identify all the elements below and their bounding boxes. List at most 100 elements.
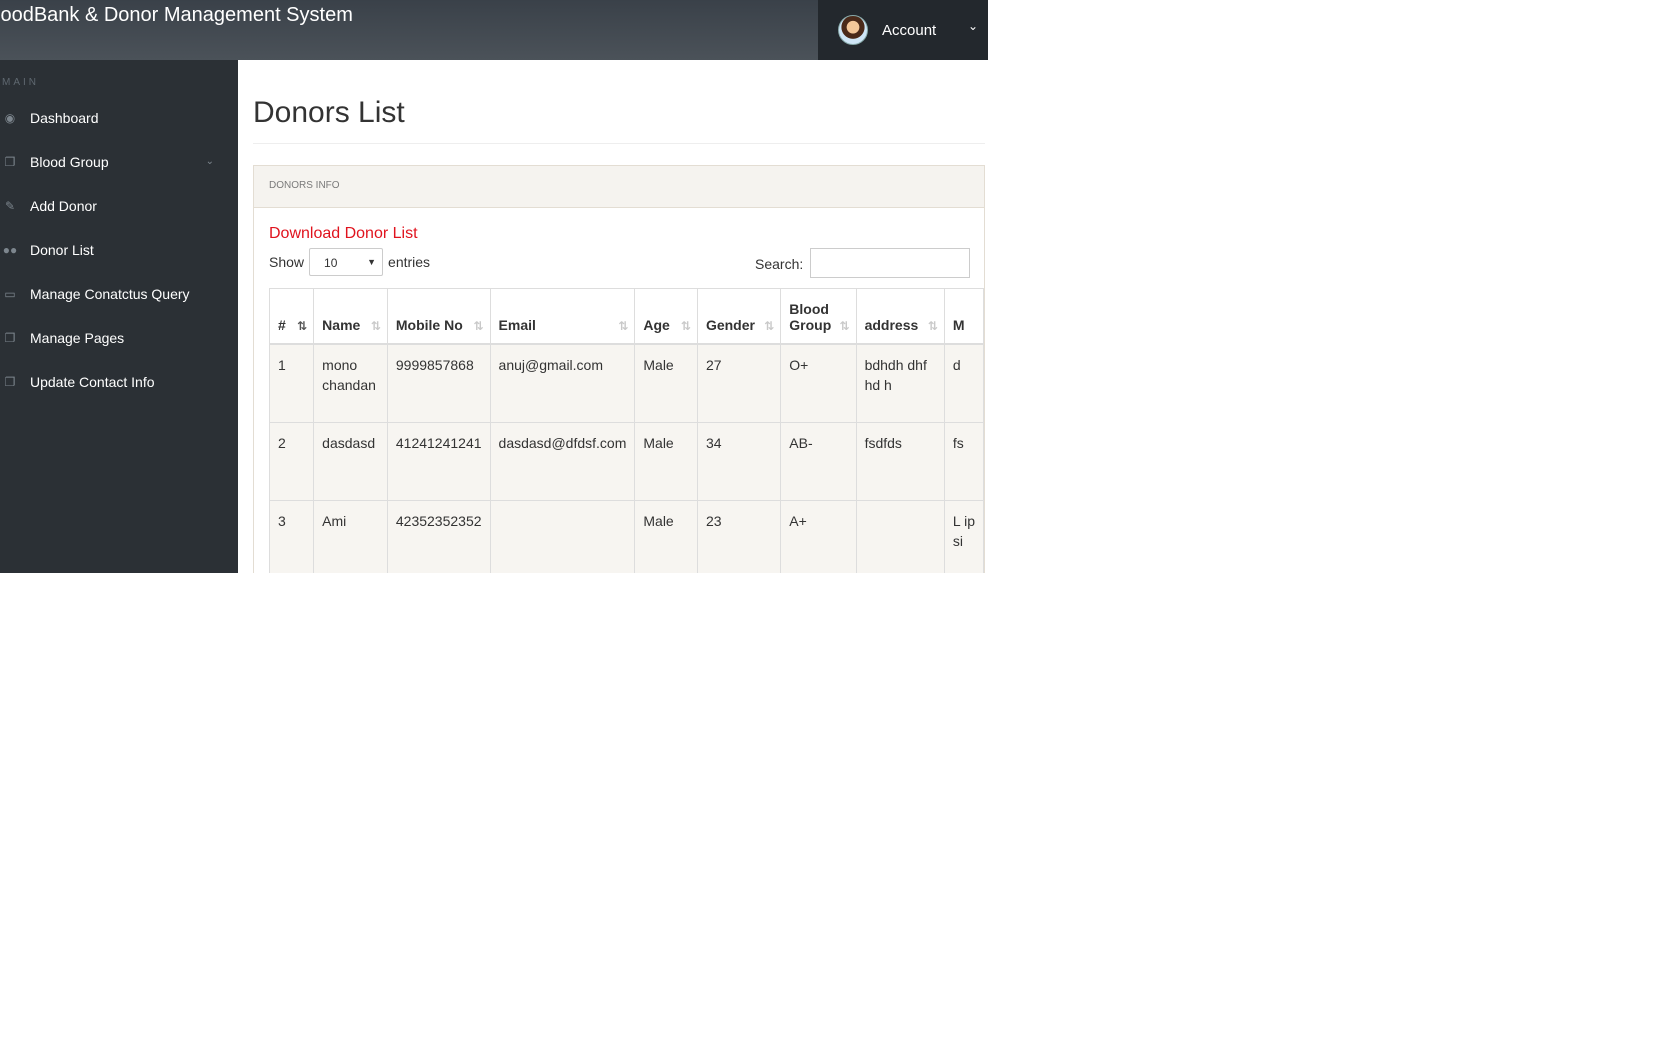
table-cell: 9999857868 <box>386 343 491 423</box>
table-cell: Male <box>634 499 698 573</box>
avatar <box>838 15 868 45</box>
table-cell: A+ <box>780 499 857 573</box>
app-window: loodBank & Donor Management System Accou… <box>0 0 988 573</box>
sidebar-item-update-contact-info[interactable]: ❐ Update Contact Info <box>0 362 238 402</box>
column-header-label: address <box>864 316 919 333</box>
column-header-address[interactable]: address ⇅ <box>855 288 945 345</box>
chevron-down-icon: ⌄ <box>205 156 214 167</box>
sort-icon: ⇅ <box>764 318 775 333</box>
table-cell: dasdasd <box>313 421 388 501</box>
page-title: Donors List <box>253 96 405 129</box>
table-cell: Male <box>634 343 698 423</box>
table-cell: 42352352352 <box>386 499 491 573</box>
caret-down-icon: ▼ <box>367 257 377 267</box>
table-header-row: # ⇅ Name ⇅ Mobile No ⇅ Email ⇅ Age ⇅ Gender ⇅ … <box>268 288 984 345</box>
table-cell: 41241241241 <box>386 421 491 501</box>
column-header-label: Gender <box>705 316 755 333</box>
column-header-gender[interactable]: Gender ⇅ <box>696 288 782 345</box>
table-cell: 1 <box>268 343 315 423</box>
column-header-blood-group[interactable]: Blood Group ⇅ <box>780 288 857 345</box>
sidebar-section-label: MAIN <box>2 77 39 88</box>
column-header-name[interactable]: Name ⇅ <box>313 288 388 345</box>
column-header-age[interactable]: Age ⇅ <box>634 288 698 345</box>
donors-table: # ⇅ Name ⇅ Mobile No ⇅ Email ⇅ Age ⇅ Gender ⇅ … <box>268 288 984 573</box>
sidebar-item-donor-list[interactable]: ●● Donor List <box>0 230 238 270</box>
sort-icon: ⇅ <box>618 318 629 333</box>
entries-length-control: Show 10 ▼ entries <box>269 248 430 276</box>
sort-icon: ⇅ <box>927 318 938 333</box>
table-cell: d <box>943 343 984 423</box>
table-cell: anuj@gmail.com <box>489 343 636 423</box>
column-header-mobile[interactable]: Mobile No ⇅ <box>386 288 491 345</box>
sort-icon: ⇅ <box>370 318 381 333</box>
desktop-icon: ▭ <box>4 287 16 301</box>
table-row: 3 Ami 42352352352 Male 23 A+ L ip si <box>268 499 984 573</box>
entries-select-value: 10 <box>324 256 338 270</box>
sidebar-item-dashboard[interactable]: ◉ Dashboard <box>0 98 238 138</box>
table-cell: dasdasd@dfdsf.com <box>489 421 636 501</box>
sidebar-item-label: Manage Pages <box>30 330 125 346</box>
sort-icon: ⇅ <box>297 318 308 333</box>
column-header-number[interactable]: # ⇅ <box>268 288 315 345</box>
column-header-label: Blood Group <box>789 300 832 333</box>
column-header-email[interactable]: Email ⇅ <box>489 288 636 345</box>
table-cell: AB- <box>780 421 857 501</box>
column-header-message[interactable]: M <box>943 288 984 345</box>
sidebar-item-label: Update Contact Info <box>30 374 155 390</box>
column-header-label: # <box>278 316 286 333</box>
column-header-label: Name <box>322 316 361 333</box>
copy-icon: ❐ <box>4 375 16 389</box>
table-cell: 34 <box>696 421 782 501</box>
show-label: Show <box>269 254 305 270</box>
sidebar-item-label: Manage Conatctus Query <box>30 286 190 302</box>
title-divider <box>253 143 985 144</box>
edit-icon: ✎ <box>4 199 16 213</box>
account-label: Account <box>882 21 937 39</box>
table-row: 1 mono chandan 9999857868 anuj@gmail.com… <box>268 343 984 423</box>
column-header-label: Age <box>643 316 670 333</box>
search-input[interactable] <box>810 248 970 278</box>
sidebar-item-label: Dashboard <box>30 110 99 126</box>
table-cell: 27 <box>696 343 782 423</box>
sort-icon: ⇅ <box>473 318 484 333</box>
sidebar-item-blood-group[interactable]: ❐ Blood Group ⌄ <box>0 142 238 182</box>
users-icon: ●● <box>2 243 18 257</box>
panel-header: DONORS INFO <box>254 166 984 208</box>
column-header-label: Email <box>498 316 536 333</box>
entries-label: entries <box>388 254 431 270</box>
table-row: 2 dasdasd 41241241241 dasdasd@dfdsf.com … <box>268 421 984 501</box>
table-cell: fsdfds <box>855 421 945 501</box>
column-header-label: M <box>952 316 965 333</box>
top-header: loodBank & Donor Management System Accou… <box>0 0 988 60</box>
dashboard-icon: ◉ <box>4 111 16 125</box>
sidebar-item-manage-pages[interactable]: ❐ Manage Pages <box>0 318 238 358</box>
download-donor-list-link[interactable]: Download Donor List <box>269 225 418 243</box>
table-cell <box>855 499 945 573</box>
table-cell: O+ <box>780 343 857 423</box>
table-cell: Ami <box>313 499 388 573</box>
table-cell: bdhdh dhf hd h <box>855 343 945 423</box>
table-cell: L ip si <box>943 499 984 573</box>
sidebar-item-add-donor[interactable]: ✎ Add Donor <box>0 186 238 226</box>
search-label: Search: <box>755 256 804 272</box>
sidebar-item-label: Blood Group <box>30 154 109 170</box>
table-cell: 2 <box>268 421 315 501</box>
table-cell: 23 <box>696 499 782 573</box>
copy-icon: ❐ <box>4 331 16 345</box>
sort-icon: ⇅ <box>839 318 850 333</box>
brand-title: loodBank & Donor Management System <box>0 4 353 26</box>
entries-select[interactable]: 10 ▼ <box>309 248 384 276</box>
sidebar-item-manage-contactus-query[interactable]: ▭ Manage Conatctus Query <box>0 274 238 314</box>
chevron-down-icon: ⌄ <box>967 19 978 33</box>
table-cell: mono chandan <box>313 343 388 423</box>
sidebar: MAIN ◉ Dashboard ❐ Blood Group ⌄ ✎ Add D… <box>0 60 238 573</box>
account-dropdown[interactable]: Account ⌄ <box>818 0 988 60</box>
table-cell: 3 <box>268 499 315 573</box>
panel-title: DONORS INFO <box>269 180 340 191</box>
copy-icon: ❐ <box>4 155 16 169</box>
column-header-label: Mobile No <box>395 316 463 333</box>
table-cell: fs <box>943 421 984 501</box>
table-cell: Male <box>634 421 698 501</box>
donors-panel: DONORS INFO Download Donor List Show 10 … <box>253 165 985 573</box>
sidebar-item-label: Donor List <box>30 242 94 258</box>
